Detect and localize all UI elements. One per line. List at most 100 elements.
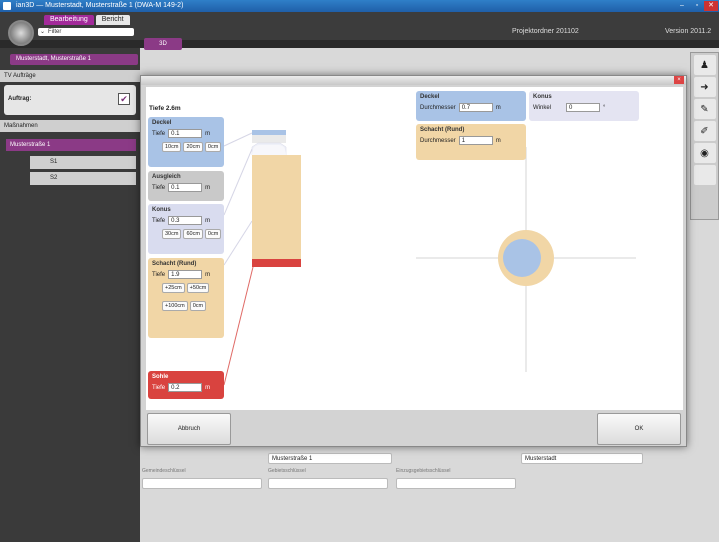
auftrag-panel: Auftrag: ✔: [4, 85, 136, 115]
konus-30cm-button[interactable]: 30cm: [162, 229, 182, 239]
schacht-unit: m: [205, 271, 211, 278]
auftrag-label: Auftrag:: [8, 96, 32, 102]
deckel-10cm-button[interactable]: 10cm: [162, 142, 182, 152]
schacht-title: Schacht (Rund): [152, 261, 197, 267]
ausgleich-tiefe-input[interactable]: 0.1: [168, 183, 203, 192]
tab-bearbeitung[interactable]: Bearbeitung: [44, 15, 94, 25]
tool-empty[interactable]: [693, 165, 716, 185]
close-button[interactable]: ✕: [704, 1, 718, 11]
konus-winkel-label: Winkel: [533, 104, 552, 111]
konus-0cm-button[interactable]: 0cm: [204, 229, 222, 239]
city-field[interactable]: Musterstadt: [521, 453, 643, 464]
konus-panel: Konus Tiefe 0.3 m 30cm 60cm 0cm: [148, 204, 224, 254]
main-tabs: Bearbeitung Bericht: [44, 15, 130, 25]
deckel-top-title: Deckel: [420, 94, 440, 100]
street-label: Musterstraße 1: [10, 142, 51, 148]
shaft-dialog: × Tiefe 2.6m Deckel Tiefe 0.1 m 10cm 20c…: [140, 75, 687, 447]
schacht-top-unit: m: [495, 137, 501, 144]
sohle-title: Sohle: [152, 374, 169, 380]
schacht-tiefe-label: Tiefe: [152, 271, 166, 278]
schacht-tiefe-input[interactable]: 1.9: [168, 270, 203, 279]
title-bar: ian3D — Musterstadt, Musterstraße 1 (DWA…: [0, 0, 719, 12]
deckel-tiefe-label: Tiefe: [152, 130, 166, 137]
ausgleich-title: Ausgleich: [152, 174, 181, 180]
deckel-title: Deckel: [152, 120, 172, 126]
abbruch-button[interactable]: Abbruch: [147, 413, 231, 445]
tool-brush-icon[interactable]: ✐: [693, 121, 716, 141]
schacht-plus25-button[interactable]: +25cm: [162, 283, 185, 293]
gemeindeschluessel-label: Gemeindeschlüssel: [142, 468, 186, 474]
konus-top-title: Konus: [533, 94, 552, 100]
konus-top-panel: Konus Winkel 0 °: [529, 91, 639, 121]
konus-tiefe-label: Tiefe: [152, 217, 166, 224]
sohle-tiefe-label: Tiefe: [152, 384, 166, 391]
dialog-close-icon[interactable]: ×: [674, 76, 684, 84]
auftrag-checkbox[interactable]: ✔: [118, 93, 130, 105]
address-item[interactable]: Musterstadt, Musterstraße 1: [10, 54, 138, 65]
schacht-plus50-button[interactable]: +50cm: [186, 283, 210, 293]
konus-title: Konus: [152, 207, 171, 213]
gebietsschluessel-label: Gebietsschlüssel: [268, 468, 306, 474]
ausgleich-unit: m: [205, 184, 211, 191]
sohle-panel: Sohle Tiefe 0.2 m: [148, 371, 224, 399]
konus-60cm-button[interactable]: 60cm: [183, 229, 203, 239]
app-menu-button[interactable]: [8, 20, 34, 46]
konus-tiefe-input[interactable]: 0.3: [168, 216, 203, 225]
minimize-button[interactable]: –: [675, 1, 689, 11]
tv-auftraege-header: TV Aufträge: [0, 70, 140, 82]
deckel-top-panel: Deckel Durchmesser 0.7 m: [416, 91, 526, 121]
address-label: Musterstadt, Musterstraße 1: [16, 56, 92, 62]
schacht-plus100-button[interactable]: +100cm: [162, 301, 188, 311]
schacht-durchmesser-input[interactable]: 1: [458, 136, 493, 145]
filter-input[interactable]: ⌄ Filter: [38, 28, 134, 36]
sohle-tiefe-input[interactable]: 0.2: [168, 383, 203, 392]
einzugsgebiet-field[interactable]: [396, 478, 516, 489]
konus-winkel-unit: °: [603, 104, 606, 111]
deckel-durchmesser-input[interactable]: 0.7: [458, 103, 493, 112]
list-item-s1[interactable]: S1: [30, 156, 136, 169]
tool-figure-icon[interactable]: ♟: [693, 55, 716, 75]
deckel-durchmesser-label: Durchmesser: [420, 104, 456, 111]
massnahmen-header: Maßnahmen: [0, 120, 140, 132]
chevron-down-icon: ⌄: [40, 29, 46, 35]
shaft-diagram: [223, 130, 636, 386]
ok-button[interactable]: OK: [597, 413, 681, 445]
schacht-durchmesser-label: Durchmesser: [420, 137, 456, 144]
gemeindeschluessel-field[interactable]: [142, 478, 262, 489]
schacht-top-panel: Schacht (Rund) Durchmesser 1 m: [416, 124, 526, 160]
deckel-tiefe-input[interactable]: 0.1: [168, 129, 203, 138]
street-item[interactable]: Musterstraße 1: [6, 139, 136, 151]
dialog-titlebar: ×: [141, 76, 686, 85]
tool-edit-icon[interactable]: ✎: [693, 99, 716, 119]
schacht-0cm-button[interactable]: 0cm: [189, 301, 207, 311]
tool-camera-icon[interactable]: ◉: [693, 143, 716, 163]
maximize-button[interactable]: ▫: [690, 1, 704, 11]
deckel-20cm-button[interactable]: 20cm: [183, 142, 203, 152]
deckel-0cm-button[interactable]: 0cm: [204, 142, 222, 152]
ausgleich-tiefe-label: Tiefe: [152, 184, 166, 191]
dialog-content: Tiefe 2.6m Deckel Tiefe 0.1 m 10cm 20cm …: [146, 87, 683, 410]
window-title: ian3D — Musterstadt, Musterstraße 1 (DWA…: [16, 2, 184, 9]
deckel-top-unit: m: [495, 104, 501, 111]
sohle-unit: m: [205, 384, 211, 391]
filter-label: Filter: [48, 29, 62, 35]
schacht-panel: Schacht (Rund) Tiefe 1.9 m +25cm +50cm +…: [148, 258, 224, 338]
tool-arrow-icon[interactable]: ➜: [693, 77, 716, 97]
konus-unit: m: [205, 217, 211, 224]
gebietsschluessel-field[interactable]: [268, 478, 388, 489]
list-item-s2[interactable]: S2: [30, 172, 136, 185]
projektordner-label: Projektordner 201102: [512, 28, 579, 35]
deckel-panel: Deckel Tiefe 0.1 m 10cm 20cm 0cm: [148, 117, 224, 167]
depth-total: Tiefe 2.6m: [149, 105, 181, 112]
einzugsgebiet-label: Einzugsgebietsschlüssel: [396, 468, 451, 474]
tool-strip: ♟ ➜ ✎ ✐ ◉: [690, 52, 719, 220]
tab-3d[interactable]: 3D: [144, 38, 182, 50]
schacht-top-title: Schacht (Rund): [420, 127, 465, 133]
konus-winkel-input[interactable]: 0: [566, 103, 601, 112]
tab-bericht[interactable]: Bericht: [95, 15, 130, 25]
ausgleich-panel: Ausgleich Tiefe 0.1 m: [148, 171, 224, 201]
street-field[interactable]: Musterstraße 1: [268, 453, 392, 464]
app-icon: [3, 2, 11, 10]
deckel-unit: m: [205, 130, 211, 137]
version-label: Version 2011.2: [665, 28, 712, 35]
